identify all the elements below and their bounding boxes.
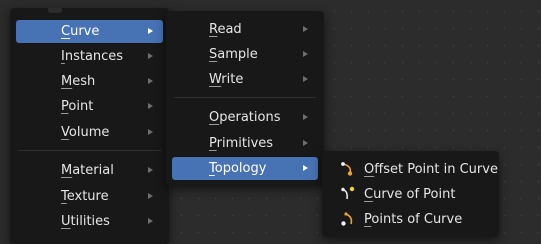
menu-item-texture[interactable]: Texture <box>16 185 163 208</box>
topology-submenu: Offset Point in Curve Curve of Point Poi… <box>322 151 499 237</box>
submenu-arrow-icon <box>303 140 308 146</box>
menu-scroll-indicator[interactable] <box>48 8 62 13</box>
menu-item-sample[interactable]: Sample <box>172 43 318 66</box>
submenu-arrow-icon <box>148 129 153 135</box>
menu-item-points-of-curve[interactable]: Points of Curve <box>328 208 493 231</box>
menu-item-operations[interactable]: Operations <box>172 106 318 129</box>
submenu-arrow-icon <box>148 28 153 34</box>
points-of-curve-node-icon <box>340 211 356 227</box>
menu-item-offset-point-in-curve[interactable]: Offset Point in Curve <box>328 158 498 181</box>
curve-submenu: Read Sample Write Operations Primitives … <box>166 11 324 186</box>
menu-item-material[interactable]: Material <box>16 159 163 182</box>
submenu-arrow-icon <box>148 103 153 109</box>
menu-item-write[interactable]: Write <box>172 68 318 91</box>
submenu-arrow-icon <box>148 78 153 84</box>
submenu-arrow-icon <box>303 114 308 120</box>
offset-point-node-icon <box>340 161 356 177</box>
menu-item-read[interactable]: Read <box>172 18 318 41</box>
submenu-arrow-icon <box>303 165 308 171</box>
add-node-menu: Curve Instances Mesh Point Volume Materi… <box>10 8 169 244</box>
menu-separator <box>174 97 316 98</box>
submenu-arrow-icon <box>148 53 153 59</box>
menu-item-volume[interactable]: Volume <box>16 121 163 144</box>
menu-item-topology[interactable]: Topology <box>172 157 318 180</box>
menu-item-utilities[interactable]: Utilities <box>16 210 163 233</box>
submenu-arrow-icon <box>148 167 153 173</box>
curve-of-point-node-icon <box>340 186 356 202</box>
submenu-arrow-icon <box>148 193 153 199</box>
menu-item-curve-of-point[interactable]: Curve of Point <box>328 183 493 206</box>
menu-item-curve[interactable]: Curve <box>16 20 163 43</box>
submenu-arrow-icon <box>303 26 308 32</box>
menu-item-instances[interactable]: Instances <box>16 45 163 68</box>
submenu-arrow-icon <box>148 218 153 224</box>
submenu-arrow-icon <box>303 51 308 57</box>
menu-item-mesh[interactable]: Mesh <box>16 70 163 93</box>
submenu-arrow-icon <box>303 76 308 82</box>
menu-separator <box>18 150 161 151</box>
menu-item-primitives[interactable]: Primitives <box>172 132 318 155</box>
menu-item-point[interactable]: Point <box>16 95 163 118</box>
